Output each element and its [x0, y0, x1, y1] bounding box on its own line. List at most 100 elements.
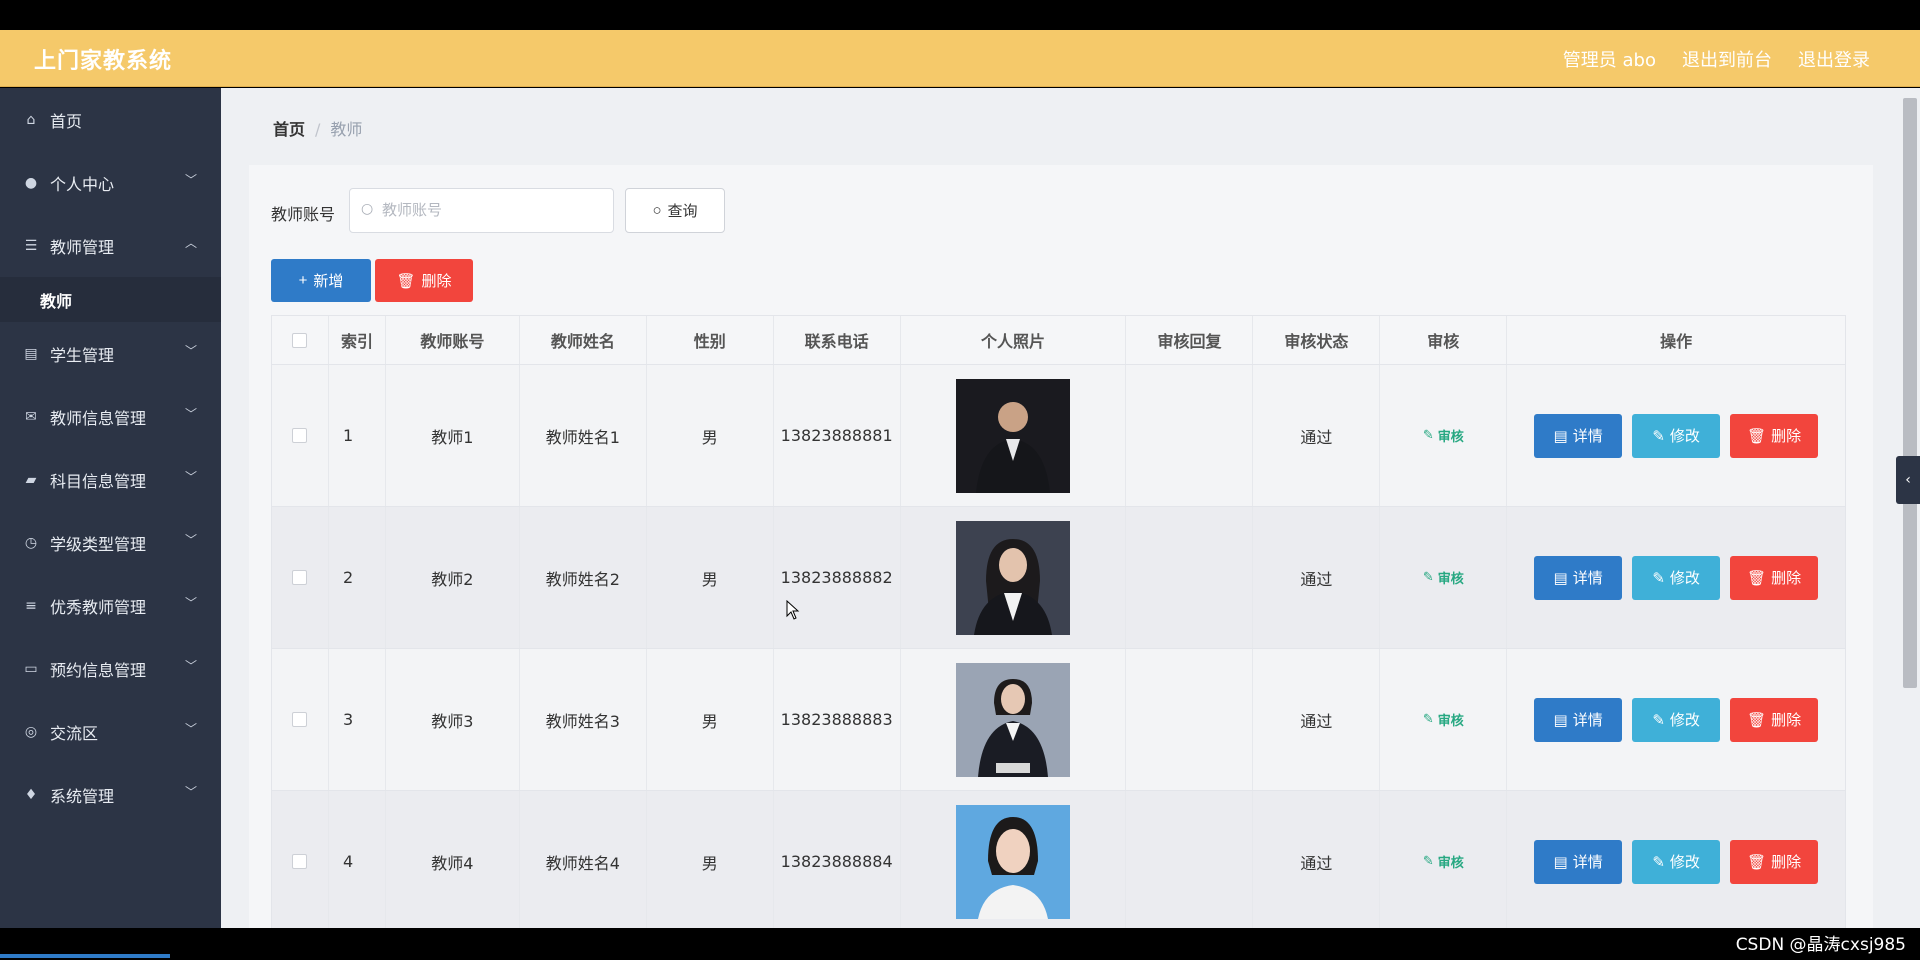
- sidebar-item-appointment[interactable]: ▭ 预约信息管理 ﹀: [0, 637, 221, 700]
- table-row: 4 教师4 教师姓名4 男 13823888884 通过 ✎ 审核 ▤ 详情 ✎…: [272, 791, 1845, 933]
- trash-icon: 🗑: [1747, 568, 1767, 587]
- logout-link[interactable]: 退出登录: [1798, 46, 1870, 72]
- audit-link[interactable]: ✎ 审核: [1380, 791, 1508, 932]
- batch-delete-button[interactable]: 🗑 删除: [375, 259, 473, 302]
- status-cell: 通过: [1253, 649, 1381, 790]
- chevron-down-icon: ﹀: [184, 596, 197, 610]
- query-button-label: 查询: [667, 203, 698, 220]
- content-panel: 教师账号 ○ ○ 查询 + 新增 🗑 删除 索引 教师账号 教师姓名 性别 联系…: [249, 165, 1873, 935]
- mouse-cursor-icon: [786, 600, 800, 620]
- detail-button[interactable]: ▤ 详情: [1534, 555, 1623, 600]
- phone-cell: 13823888881: [774, 365, 901, 506]
- teacher-photo[interactable]: [956, 520, 1071, 635]
- admin-user-label[interactable]: 管理员 abo: [1563, 46, 1656, 72]
- detail-button[interactable]: ▤ 详情: [1534, 413, 1623, 458]
- audit-link[interactable]: ✎ 审核: [1380, 507, 1508, 648]
- sidebar-item-label: 学级类型管理: [50, 534, 147, 554]
- sidebar-item-student-management[interactable]: ▤ 学生管理 ﹀: [0, 322, 221, 385]
- delete-button[interactable]: 🗑 删除: [1730, 413, 1819, 458]
- status-cell: 通过: [1253, 791, 1381, 932]
- edit-icon: ✎: [1652, 852, 1665, 871]
- photo-cell: [901, 791, 1127, 932]
- sidebar-item-forum[interactable]: ◎ 交流区 ﹀: [0, 700, 221, 763]
- sidebar-subitem-teacher[interactable]: 教师: [0, 277, 221, 322]
- delete-button-label: 删除: [1771, 569, 1802, 587]
- table-row: 2 教师2 教师姓名2 男 13823888882 通过 ✎ 审核 ▤ 详情 ✎…: [272, 507, 1845, 649]
- operations-cell: ▤ 详情 ✎ 修改 🗑 删除: [1507, 649, 1845, 790]
- row-checkbox[interactable]: [292, 854, 308, 869]
- audit-link[interactable]: ✎ 审核: [1380, 649, 1508, 790]
- sidebar-item-grade-type[interactable]: ◷ 学级类型管理 ﹀: [0, 511, 221, 574]
- gender-cell: 男: [647, 507, 774, 648]
- row-checkbox[interactable]: [292, 712, 308, 727]
- index-cell: 1: [329, 365, 386, 506]
- name-cell: 教师姓名1: [520, 365, 647, 506]
- detail-button[interactable]: ▤ 详情: [1534, 839, 1623, 884]
- column-header: 教师账号: [386, 316, 520, 364]
- row-checkbox[interactable]: [292, 570, 308, 585]
- reply-cell: [1126, 791, 1254, 932]
- delete-button[interactable]: 🗑 删除: [1730, 697, 1819, 742]
- add-button[interactable]: + 新增: [271, 259, 371, 302]
- detail-button-label: 详情: [1572, 853, 1603, 871]
- scrollbar-thumb[interactable]: [1903, 98, 1917, 688]
- detail-button[interactable]: ▤ 详情: [1534, 697, 1623, 742]
- page-scrollbar[interactable]: [1900, 88, 1920, 928]
- user-icon: ●: [24, 174, 38, 191]
- column-header: 索引: [329, 316, 386, 364]
- trash-icon: 🗑: [1747, 852, 1767, 871]
- video-progress-bar[interactable]: [0, 954, 170, 958]
- teacher-photo[interactable]: [956, 804, 1071, 919]
- phone-cell: 13823888884: [774, 791, 901, 932]
- collapse-panel-tab[interactable]: ‹: [1896, 456, 1920, 504]
- account-cell: 教师1: [386, 365, 520, 506]
- trash-icon: 🗑: [396, 272, 416, 290]
- chevron-down-icon: ﹀: [184, 470, 197, 484]
- exit-to-front-link[interactable]: 退出到前台: [1682, 46, 1772, 72]
- column-header: 个人照片: [901, 316, 1127, 364]
- checkbox-cell: [272, 365, 329, 506]
- search-input[interactable]: [349, 188, 614, 233]
- select-all-cell: [272, 316, 329, 364]
- breadcrumb: 首页 / 教师: [273, 116, 362, 140]
- audit-link-label: 审核: [1437, 572, 1464, 587]
- name-cell: 教师姓名4: [520, 791, 647, 932]
- reply-cell: [1126, 649, 1254, 790]
- delete-button[interactable]: 🗑 删除: [1730, 839, 1819, 884]
- query-button[interactable]: ○ 查询: [625, 188, 725, 233]
- edit-button[interactable]: ✎ 修改: [1632, 697, 1721, 742]
- sidebar-item-teacher-info[interactable]: ✉ 教师信息管理 ﹀: [0, 385, 221, 448]
- breadcrumb-home[interactable]: 首页: [273, 120, 305, 139]
- sidebar-item-label: 学生管理: [50, 345, 115, 365]
- row-checkbox[interactable]: [292, 428, 308, 443]
- edit-button[interactable]: ✎ 修改: [1632, 839, 1721, 884]
- edit-button[interactable]: ✎ 修改: [1632, 413, 1721, 458]
- index-cell: 2: [329, 507, 386, 648]
- sidebar-item-home[interactable]: ⌂ 首页: [0, 88, 221, 151]
- teacher-photo[interactable]: [956, 378, 1071, 493]
- document-icon: ▤: [1553, 852, 1568, 871]
- edit-button-label: 修改: [1669, 853, 1700, 871]
- edit-icon: ✎: [1422, 428, 1434, 443]
- select-all-checkbox[interactable]: [292, 332, 308, 348]
- sidebar-item-teacher-management[interactable]: ☰ 教师管理 ︿: [0, 214, 221, 277]
- teacher-photo[interactable]: [956, 662, 1071, 777]
- delete-button-label: 删除: [1771, 427, 1802, 445]
- sidebar-item-personal-center[interactable]: ● 个人中心 ﹀: [0, 151, 221, 214]
- compass-icon: ◎: [24, 723, 38, 740]
- edit-button-label: 修改: [1669, 711, 1700, 729]
- sidebar-item-label: 教师信息管理: [50, 408, 147, 428]
- plus-icon: +: [298, 272, 308, 289]
- sidebar-item-subject-info[interactable]: ▰ 科目信息管理 ﹀: [0, 448, 221, 511]
- add-button-label: 新增: [313, 273, 344, 290]
- sidebar-item-label: 预约信息管理: [50, 660, 147, 680]
- column-header: 操作: [1660, 332, 1693, 351]
- operations-cell: ▤ 详情 ✎ 修改 🗑 删除: [1507, 507, 1845, 648]
- audit-link[interactable]: ✎ 审核: [1380, 365, 1508, 506]
- edit-button[interactable]: ✎ 修改: [1632, 555, 1721, 600]
- checkbox-cell: [272, 649, 329, 790]
- trash-icon: 🗑: [1747, 426, 1767, 445]
- sidebar-item-system[interactable]: ♦ 系统管理 ﹀: [0, 763, 221, 826]
- delete-button[interactable]: 🗑 删除: [1730, 555, 1819, 600]
- sidebar-item-excellent-teacher[interactable]: ≡ 优秀教师管理 ﹀: [0, 574, 221, 637]
